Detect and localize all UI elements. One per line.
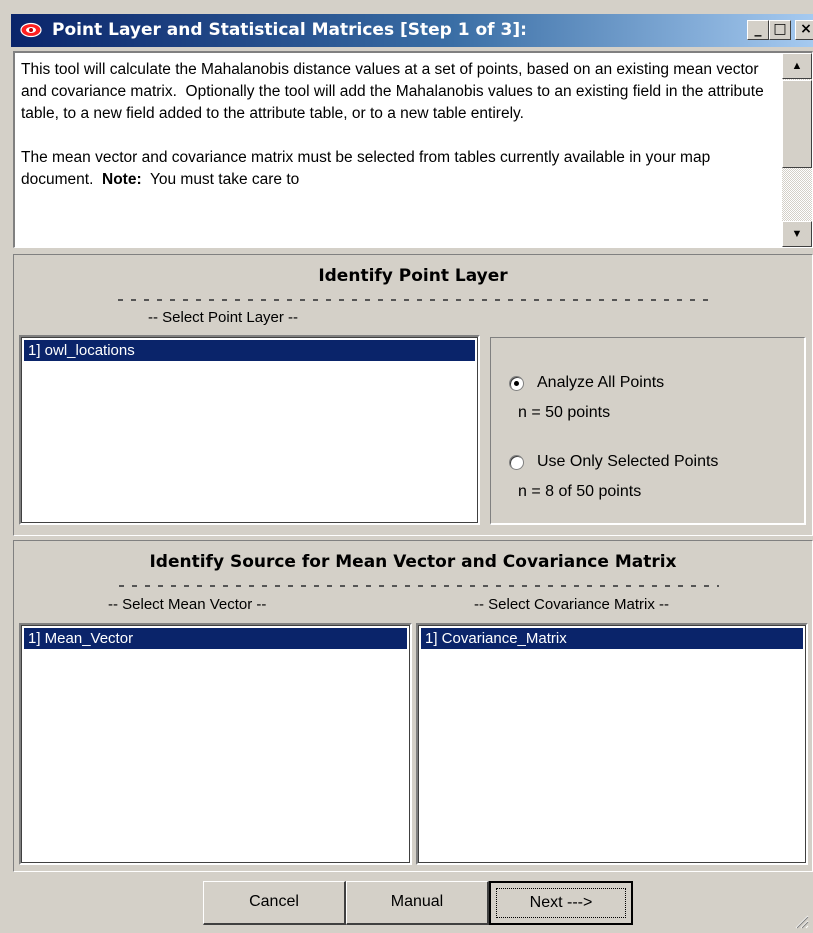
selected-points-count: n = 8 of 50 points: [518, 483, 642, 500]
select-mean-vector-label: -- Select Mean Vector --: [108, 596, 267, 613]
radio-button[interactable]: [509, 376, 524, 391]
point-layer-panel: Identify Point Layer -- Select Point Lay…: [13, 254, 813, 536]
dialog-window: Point Layer and Statistical Matrices [St…: [0, 0, 813, 933]
list-item[interactable]: 1] Mean_Vector: [24, 628, 407, 649]
radio-selected-dot: [514, 381, 519, 386]
title-bar[interactable]: Point Layer and Statistical Matrices [St…: [11, 14, 813, 47]
next-button[interactable]: Next --->: [489, 881, 633, 925]
title-dashes: [119, 585, 719, 587]
mean-vector-listbox[interactable]: 1] Mean_Vector: [19, 623, 412, 865]
window-title: Point Layer and Statistical Matrices [St…: [52, 20, 527, 40]
all-points-count: n = 50 points: [518, 404, 611, 421]
scroll-thumb[interactable]: [782, 80, 812, 168]
cancel-button[interactable]: Cancel: [203, 881, 346, 925]
matrix-panel: Identify Source for Mean Vector and Cova…: [13, 540, 813, 872]
description-text: This tool will calculate the Mahalanobis…: [21, 61, 769, 188]
radio-button[interactable]: [509, 455, 524, 470]
covariance-matrix-listbox[interactable]: 1] Covariance_Matrix: [416, 623, 808, 865]
list-item[interactable]: 1] Covariance_Matrix: [421, 628, 803, 649]
scroll-down-button[interactable]: ▼: [782, 221, 812, 247]
resize-grip-icon[interactable]: [795, 915, 809, 929]
select-covariance-label: -- Select Covariance Matrix --: [474, 596, 670, 613]
description-scrollbar[interactable]: ▲ ▼: [782, 53, 812, 247]
description-textbox[interactable]: This tool will calculate the Mahalanobis…: [13, 51, 813, 248]
title-dashes: [118, 299, 716, 301]
scroll-up-button[interactable]: ▲: [782, 53, 812, 79]
matrix-panel-title: Identify Source for Mean Vector and Cova…: [149, 552, 677, 572]
maximize-button[interactable]: □: [769, 20, 791, 40]
point-layer-listbox[interactable]: 1] owl_locations: [19, 335, 480, 525]
manual-button[interactable]: Manual: [346, 881, 489, 925]
select-point-layer-label: -- Select Point Layer --: [148, 309, 299, 326]
point-panel-title: Identify Point Layer: [318, 266, 508, 286]
minimize-button[interactable]: _: [747, 20, 769, 40]
eye-icon: [20, 22, 42, 38]
point-options-box: Analyze All Points n = 50 points Use Onl…: [490, 337, 806, 525]
close-button[interactable]: ×: [795, 20, 813, 40]
next-button-label: Next --->: [496, 888, 626, 918]
list-item[interactable]: 1] owl_locations: [24, 340, 475, 361]
